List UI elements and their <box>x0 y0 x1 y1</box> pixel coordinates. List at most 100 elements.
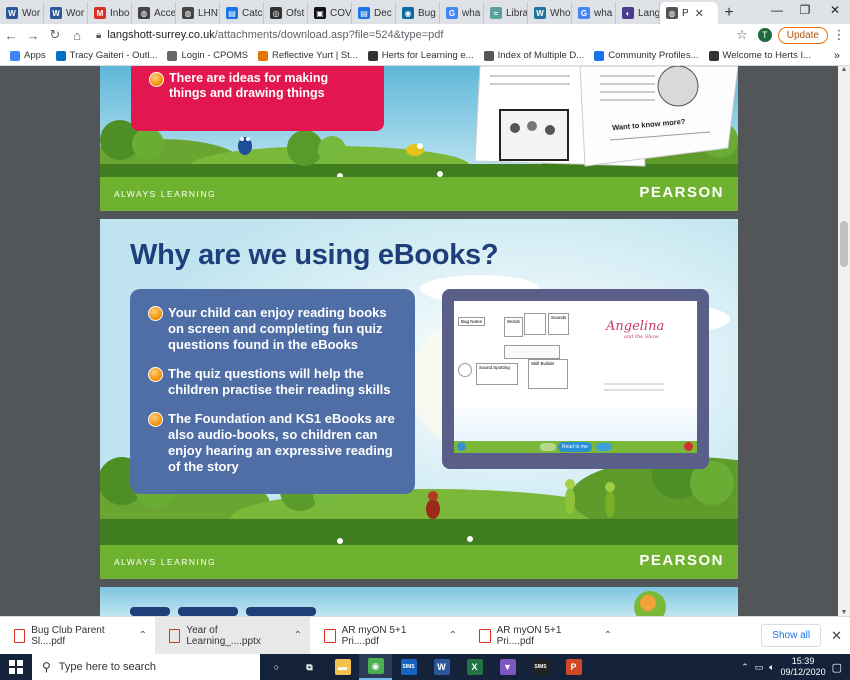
tab-favicon-icon: ≈ <box>490 7 502 19</box>
browser-tab[interactable]: ◎ Ofst <box>264 2 308 24</box>
tab-favicon-icon: ◎ <box>270 7 282 19</box>
browser-tab[interactable]: ≈ Libra <box>484 2 528 24</box>
download-filename: Year of Learning_....pptx <box>186 624 261 647</box>
scroll-up-arrow-icon[interactable]: ▲ <box>838 66 850 73</box>
download-item[interactable]: AR myON 5+1 Pri....pdf ⌃ <box>465 617 620 655</box>
bullet-item: There are ideas for making things and dr… <box>131 71 384 101</box>
menu-icon[interactable]: ⋮ <box>832 27 846 43</box>
bookmark-label: Welcome to Herts I... <box>722 50 812 61</box>
bookmarks-overflow-button[interactable]: » <box>834 50 840 62</box>
network-icon[interactable]: ▭ <box>755 662 764 673</box>
bookmark-item[interactable]: Herts for Learning e... <box>367 50 474 61</box>
taskbar-app[interactable]: SIMS <box>524 654 557 680</box>
browser-tab[interactable]: ▣ COV <box>308 2 352 24</box>
tab-favicon-icon: W <box>534 7 546 19</box>
bookmark-favicon-icon <box>367 50 378 61</box>
taskbar-app[interactable]: ○ <box>260 654 293 680</box>
ebook-text-line <box>604 389 664 391</box>
address-bar[interactable]: 🔒︎ langshott-surrey.co.uk/attachments/do… <box>96 29 736 41</box>
bookmark-star-icon[interactable]: ☆ <box>736 27 748 43</box>
taskbar-clock[interactable]: 15:39 09/12/2020 <box>781 656 826 678</box>
scroll-down-arrow-icon[interactable]: ▼ <box>838 609 850 616</box>
bookmark-item[interactable]: Reflective Yurt | St... <box>258 50 358 61</box>
download-filename: AR myON 5+1 Pri....pdf <box>341 624 407 647</box>
tab-title: LHN <box>198 7 219 19</box>
tab-favicon-icon: ▣ <box>314 7 326 19</box>
bookmark-favicon-icon <box>594 50 605 61</box>
browser-tab[interactable]: ◍ LHN <box>176 2 220 24</box>
back-button[interactable]: ← <box>0 28 22 43</box>
update-button[interactable]: Update <box>777 26 828 44</box>
maximize-button[interactable]: ❐ <box>788 0 822 22</box>
taskbar-app[interactable]: ▬ <box>326 654 359 680</box>
notifications-icon[interactable]: ▢ <box>832 661 842 674</box>
browser-tab[interactable]: ◐ Lang <box>616 2 660 24</box>
ebook-close-icon <box>684 442 693 451</box>
bookmark-item[interactable]: Tracy Gaiteri - Outl... <box>55 50 157 61</box>
pearson-logo: PEARSON <box>639 552 724 569</box>
browser-tab-active[interactable]: ◍ P ✕ <box>660 2 718 24</box>
new-tab-button[interactable]: + <box>718 2 740 24</box>
tab-title: Libra <box>506 7 528 19</box>
browser-tab[interactable]: M Inbo <box>88 2 132 24</box>
ebook-glow <box>454 401 697 441</box>
taskbar-app[interactable]: SIMS <box>392 654 425 680</box>
pdf-viewer[interactable]: Want to know more? There are ideas for m… <box>0 66 850 616</box>
bookmarks-bar: Apps Tracy Gaiteri - Outl... Login - CPOMS… <box>0 46 850 66</box>
home-button[interactable]: ⌂ <box>66 28 88 43</box>
taskbar-app[interactable]: X <box>458 654 491 680</box>
chevron-up-icon[interactable]: ⌃ <box>139 630 147 641</box>
close-tab-icon[interactable]: ✕ <box>695 7 704 20</box>
close-downloads-icon[interactable]: ✕ <box>831 628 842 644</box>
chevron-up-icon[interactable]: ⌃ <box>604 630 612 641</box>
browser-tab[interactable]: W Wor <box>0 2 44 24</box>
tray-chevron-icon[interactable]: ⌃ <box>741 662 749 673</box>
taskbar-app[interactable]: ▼ <box>491 654 524 680</box>
show-all-button[interactable]: Show all <box>761 624 822 647</box>
bookmark-item[interactable]: Apps <box>10 50 46 61</box>
taskbar-app[interactable]: W <box>425 654 458 680</box>
app-icon: P <box>565 659 582 675</box>
download-item[interactable]: Bug Club Parent Sl....pdf ⌃ <box>0 617 155 655</box>
browser-tab[interactable]: ◉ Bug <box>396 2 440 24</box>
forward-button[interactable]: → <box>22 28 44 43</box>
chevron-up-icon[interactable]: ⌃ <box>449 630 457 641</box>
download-item[interactable]: AR myON 5+1 Pri....pdf ⌃ <box>310 617 465 655</box>
browser-tab[interactable]: ◍ Acce <box>132 2 176 24</box>
bookmark-item[interactable]: Login - CPOMS <box>167 50 248 61</box>
download-item[interactable]: Year of Learning_....pptx ⌃ <box>155 616 310 655</box>
bookmark-item[interactable]: Welcome to Herts I... <box>708 50 812 61</box>
reload-button[interactable]: ↻ <box>44 27 66 43</box>
start-button[interactable] <box>0 654 32 680</box>
bookmark-label: Herts for Learning e... <box>381 50 474 61</box>
volume-icon[interactable]: 🔈︎ <box>769 662 774 673</box>
taskbar-app[interactable]: ◉ <box>359 654 392 680</box>
browser-toolbar: ← → ↻ ⌂ 🔒︎ langshott-surrey.co.uk/attach… <box>0 24 850 46</box>
chevron-up-icon[interactable]: ⌃ <box>294 630 302 641</box>
bookmark-favicon-icon <box>483 50 494 61</box>
tab-favicon-icon: W <box>6 7 18 19</box>
ebook-card <box>458 363 472 377</box>
tab-favicon-icon: ◉ <box>402 7 414 19</box>
browser-tab[interactable]: ▤ Catc <box>220 2 264 24</box>
pdf-scrollbar[interactable]: ▲ ▼ <box>838 66 850 616</box>
tab-title: Who <box>550 7 571 19</box>
bookmark-item[interactable]: Index of Multiple D... <box>483 50 584 61</box>
bookmark-item[interactable]: Community Profiles... <box>594 50 699 61</box>
tab-title: Wor <box>22 7 41 19</box>
scroll-thumb[interactable] <box>840 221 848 267</box>
ebook-screenshot: Bug Notes Words Sounds Sound Spotting Sk… <box>442 289 709 469</box>
browser-tab[interactable]: ▤ Dec <box>352 2 396 24</box>
bookmark-favicon-icon <box>167 50 178 61</box>
taskbar-search[interactable]: ⚲ Type here to search <box>32 654 260 680</box>
browser-tab[interactable]: W Wor <box>44 2 88 24</box>
browser-tab[interactable]: W Who <box>528 2 572 24</box>
profile-avatar[interactable]: T <box>757 28 772 42</box>
windows-taskbar: ⚲ Type here to search ○ ⧉ ▬ ◉ SIMS W X ▼ SIMS P ⌃… <box>0 654 850 680</box>
taskbar-app[interactable]: ⧉ <box>293 654 326 680</box>
browser-tab[interactable]: Gwha <box>572 2 616 24</box>
browser-tab[interactable]: Gwha <box>440 2 484 24</box>
taskbar-app[interactable]: P <box>557 654 590 680</box>
close-window-button[interactable]: ✕ <box>818 0 850 22</box>
bookmark-label: Login - CPOMS <box>181 50 248 61</box>
